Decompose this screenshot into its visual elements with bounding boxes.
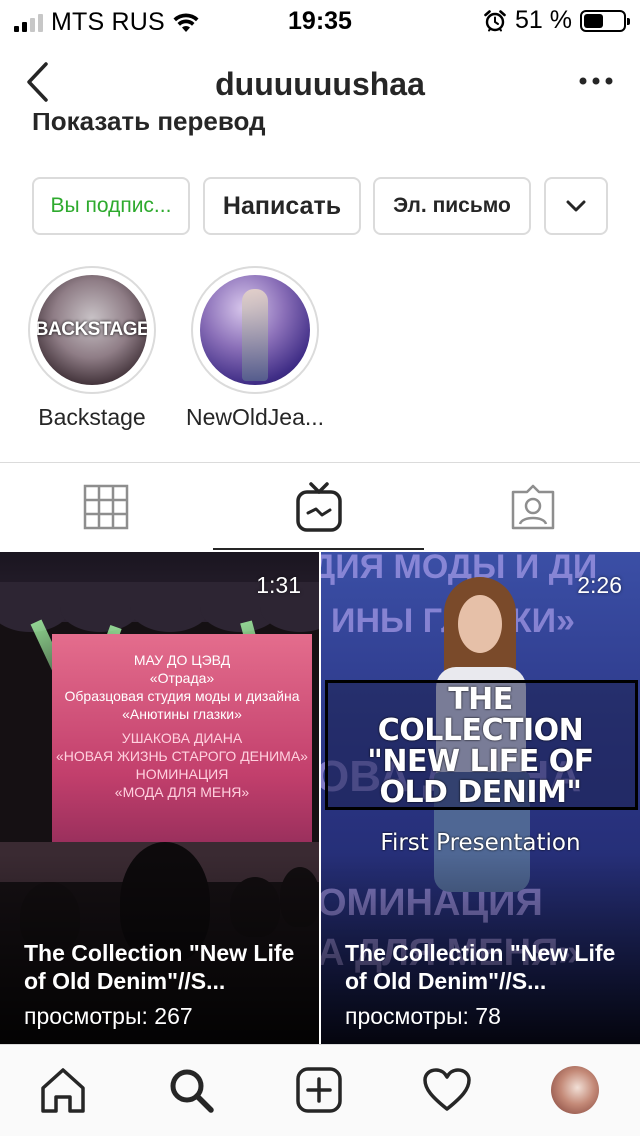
profile-username: duuuuuushaa [215, 66, 425, 102]
avatar [551, 1066, 599, 1114]
heart-icon [423, 1068, 471, 1111]
translate-link-label: Показать перевод [32, 113, 266, 136]
active-tab-indicator [213, 548, 424, 550]
screen-text: «Отрада» [149, 670, 215, 686]
tab-tagged[interactable] [426, 463, 640, 551]
video-duration: 2:26 [577, 572, 622, 598]
following-button[interactable]: Вы подпис... [32, 177, 190, 235]
new-post-tab[interactable] [294, 1065, 344, 1115]
story-highlight[interactable]: NewOldJea... [186, 266, 324, 430]
screen-text: «МОДА ДЛЯ МЕНЯ» [114, 784, 250, 800]
bottom-tab-bar [0, 1044, 640, 1136]
plus-square-icon [296, 1067, 342, 1113]
igtv-video-tile[interactable]: ДИЯ МОДЫ И ДИ ИНЫ ГЛАЗКИ» ОВА ДИАНА ОМИН… [321, 552, 640, 1044]
screen-text: УШАКОВА ДИАНА [121, 730, 243, 746]
status-bar: MTS RUS 19:35 51 % [0, 0, 640, 40]
message-button[interactable]: Написать [203, 177, 361, 235]
translate-link[interactable]: Показать перевод [32, 113, 266, 145]
overlay-text: THE [448, 682, 513, 717]
video-views: просмотры: 267 [24, 1003, 193, 1029]
video-title: The Collection "New Life of Old Denim"//… [24, 940, 295, 994]
chevron-down-icon [566, 200, 586, 212]
search-icon [170, 1069, 214, 1113]
tab-igtv[interactable] [213, 463, 425, 551]
battery-icon [580, 9, 630, 32]
tab-grid[interactable] [0, 463, 212, 551]
alarm-icon [484, 9, 506, 31]
video-duration: 1:31 [256, 572, 301, 598]
highlight-ring: BACKSTAGE [28, 266, 156, 394]
screen-text: МАУ ДО ЦЭВД [133, 652, 231, 668]
highlight-ring [191, 266, 319, 394]
search-tab[interactable] [166, 1065, 216, 1115]
screen-text: НОМИНАЦИЯ [135, 766, 229, 782]
activity-tab[interactable] [422, 1065, 472, 1115]
video-thumbnail-screen: МАУ ДО ЦЭВД «Отрада» Образцовая студия м… [52, 634, 312, 869]
igtv-icon [296, 482, 342, 532]
battery-percent: 51 % [515, 6, 572, 34]
overlay-subtitle: First Presentation [380, 830, 581, 856]
tagged-icon [511, 484, 555, 530]
suggested-accounts-button[interactable] [544, 177, 608, 235]
more-horizontal-icon[interactable] [578, 74, 614, 88]
highlight-label: NewOldJea... [185, 404, 325, 430]
highlight-cover-image: BACKSTAGE [37, 275, 147, 385]
profile-tab[interactable] [550, 1065, 600, 1115]
screen-text: «НОВАЯ ЖИЗНЬ СТАРОГО ДЕНИМА» [56, 748, 308, 764]
overlay-text: COLLECTION [377, 713, 584, 748]
video-views: просмотры: 78 [345, 1003, 501, 1029]
video-title: The Collection "New Life of Old Denim"//… [345, 940, 616, 994]
status-right: 51 % [483, 6, 630, 35]
igtv-video-tile[interactable]: МАУ ДО ЦЭВД «Отрада» Образцовая студия м… [0, 552, 319, 1044]
overlay-text: OLD DENIM" [379, 775, 582, 810]
grid-icon [83, 484, 129, 530]
highlight-label: Backstage [38, 404, 146, 430]
overlay-text: "NEW LIFE OF [367, 744, 594, 779]
story-highlight[interactable]: BACKSTAGE Backstage [28, 266, 156, 430]
highlight-cover-text: BACKSTAGE [37, 319, 147, 340]
home-icon [41, 1068, 85, 1113]
screen-text: Образцовая студия моды и дизайна [64, 688, 300, 704]
highlight-cover-image [200, 275, 310, 385]
screen-text: «Анютины глазки» [122, 706, 242, 722]
home-tab[interactable] [38, 1065, 88, 1115]
email-button[interactable]: Эл. письмо [373, 177, 531, 235]
